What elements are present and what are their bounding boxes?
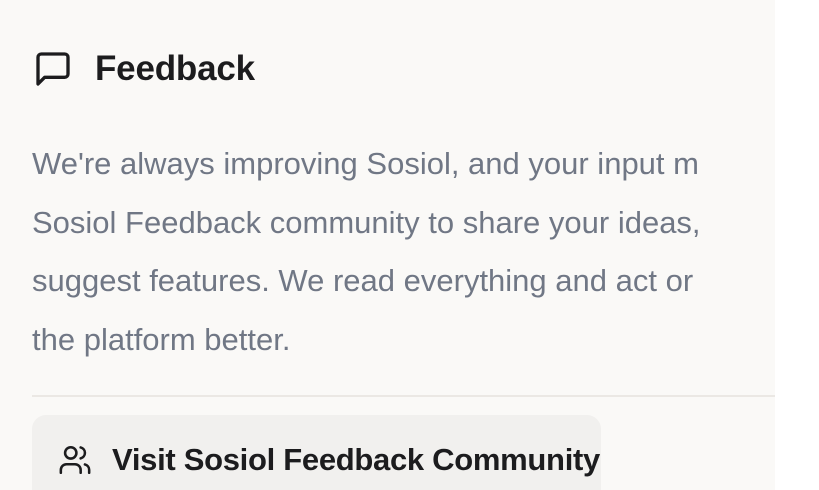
feedback-header: Feedback: [33, 46, 255, 92]
description-line: We're always improving Sosiol, and your …: [32, 146, 699, 181]
description-line: the platform better.: [32, 321, 291, 357]
users-icon: [59, 445, 91, 475]
section-title: Feedback: [95, 49, 255, 88]
feedback-description: We're always improving Sosiol, and your …: [32, 135, 775, 369]
description-line: suggest features. We read everything and…: [32, 263, 694, 298]
divider: [32, 395, 775, 397]
feedback-card: Feedback We're always improving Sosiol, …: [0, 0, 775, 490]
description-line: Sosiol Feedback community to share your …: [32, 204, 701, 240]
visit-feedback-community-label: Visit Sosiol Feedback Community: [112, 442, 600, 477]
message-square-icon: [36, 52, 70, 86]
visit-feedback-community-button[interactable]: Visit Sosiol Feedback Community: [32, 415, 601, 490]
